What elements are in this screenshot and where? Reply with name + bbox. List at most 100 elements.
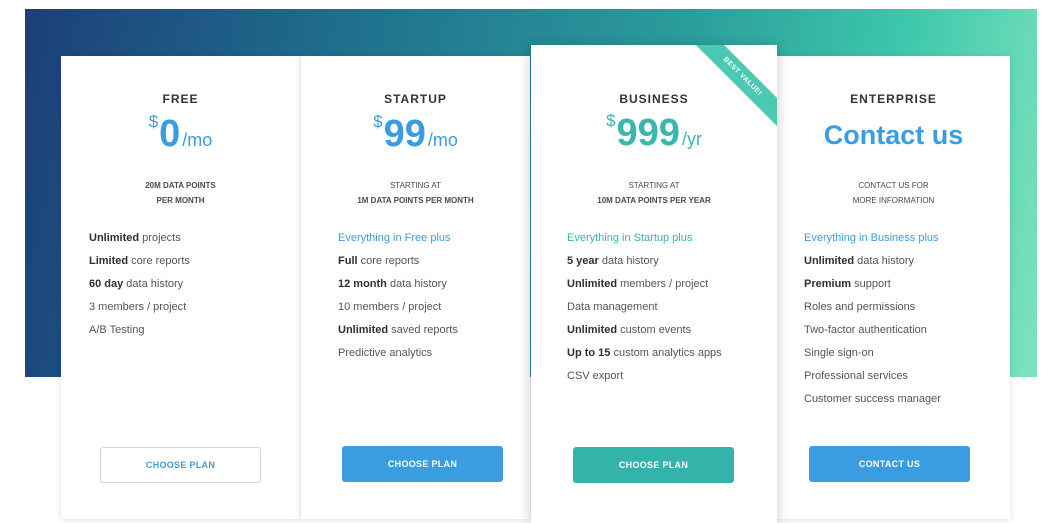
feature-text: saved reports [388, 324, 458, 336]
plan-subtitle-line2: 1M DATA POINTS PER MONTH [357, 196, 474, 205]
plan-subtitle: 20M DATA POINTS PER MONTH [61, 178, 300, 208]
plan-subtitle-line2: 10M DATA POINTS PER YEAR [597, 196, 711, 205]
feature-item: Unlimited members / project [567, 273, 722, 296]
plan-price-contact: Contact us [823, 120, 964, 150]
feature-text: A/B Testing [89, 324, 145, 336]
feature-item: Professional services [804, 365, 941, 388]
feature-text: custom analytics apps [610, 347, 722, 359]
feature-lead: Everything in Startup plus [567, 232, 693, 244]
price-amount: 99 [383, 113, 426, 155]
feature-text: data history [386, 278, 447, 290]
feature-item: Limited core reports [89, 250, 190, 273]
feature-text: core reports [128, 255, 190, 267]
price-amount: 0 [159, 113, 181, 155]
feature-text: members / project [617, 278, 709, 290]
feature-item: Premium support [804, 273, 941, 296]
feature-lead: Everything in Free plus [338, 232, 451, 244]
feature-item: Data management [567, 296, 722, 319]
plan-subtitle-line1: CONTACT US FOR [858, 181, 929, 190]
feature-text: Predictive analytics [338, 347, 433, 359]
feature-item: Two-factor authentication [804, 319, 941, 342]
contact-us-button[interactable]: CONTACT US [809, 446, 970, 482]
feature-item: Unlimited custom events [567, 319, 722, 342]
plan-subtitle-line2: MORE INFORMATION [852, 196, 935, 205]
plan-card-enterprise: ENTERPRISE Contact us CONTACT US FOR MOR… [777, 56, 1010, 519]
feature-emphasis: Unlimited [338, 324, 389, 336]
feature-emphasis: 5 year [567, 255, 599, 267]
plan-subtitle-line1: STARTING AT [389, 181, 442, 190]
plan-card-free: FREE $0/mo 20M DATA POINTS PER MONTH Unl… [61, 56, 300, 519]
plan-price: $99/mo [301, 112, 530, 156]
feature-list: Everything in Startup plus 5 year data h… [567, 227, 722, 388]
feature-emphasis: Unlimited [804, 255, 855, 267]
plan-name: STARTUP [384, 92, 447, 106]
plan-subtitle-line2: PER MONTH [156, 196, 205, 205]
plan-name: ENTERPRISE [850, 92, 937, 106]
plan-price: $0/mo [61, 112, 300, 156]
plan-card-business: BEST VALUE! BUSINESS $999/yr STARTING AT… [531, 45, 777, 523]
plan-card-startup: STARTUP $99/mo STARTING AT 1M DATA POINT… [300, 56, 530, 519]
price-amount: 999 [616, 112, 680, 154]
feature-text: 3 members / project [89, 301, 187, 313]
feature-item: A/B Testing [89, 319, 190, 342]
choose-plan-button-business[interactable]: CHOOSE PLAN [573, 447, 734, 483]
feature-text: Single sign-on [804, 347, 874, 359]
price-period: /mo [427, 130, 458, 150]
feature-item: Full core reports [338, 250, 458, 273]
feature-text: Professional services [804, 370, 908, 382]
feature-item: Up to 15 custom analytics apps [567, 342, 722, 365]
feature-emphasis: Full [338, 255, 358, 267]
feature-item: Single sign-on [804, 342, 941, 365]
plan-subtitle-line1: STARTING AT [628, 181, 680, 190]
feature-emphasis: 60 day [89, 278, 124, 290]
plan-name: FREE [162, 92, 199, 106]
feature-text: data history [854, 255, 915, 267]
price-currency: $ [606, 111, 616, 130]
feature-item: 60 day data history [89, 273, 190, 296]
feature-text: projects [139, 232, 181, 244]
plan-name: BUSINESS [619, 92, 689, 106]
plan-subtitle-line1: 20M DATA POINTS [145, 181, 216, 190]
plan-subtitle: STARTING AT 1M DATA POINTS PER MONTH [301, 178, 530, 208]
feature-item: 5 year data history [567, 250, 722, 273]
choose-plan-button-startup[interactable]: CHOOSE PLAN [342, 446, 503, 482]
feature-list: Everything in Business plus Unlimited da… [804, 227, 941, 411]
feature-emphasis: Up to 15 [567, 347, 611, 359]
feature-list: Everything in Free plus Full core report… [338, 227, 458, 365]
feature-emphasis: Unlimited [89, 232, 140, 244]
feature-item: CSV export [567, 365, 722, 388]
feature-text: Two-factor authentication [804, 324, 927, 336]
price-period: /yr [681, 129, 702, 149]
feature-text: data history [123, 278, 184, 290]
price-currency: $ [148, 112, 159, 131]
feature-item: Predictive analytics [338, 342, 458, 365]
feature-item: 10 members / project [338, 296, 458, 319]
feature-emphasis: Unlimited [567, 278, 618, 290]
feature-lead: Everything in Business plus [804, 232, 939, 244]
feature-text: Roles and permissions [804, 301, 916, 313]
feature-text: CSV export [567, 370, 624, 382]
plan-subtitle: STARTING AT 10M DATA POINTS PER YEAR [531, 178, 777, 208]
feature-item: Unlimited data history [804, 250, 941, 273]
feature-text: custom events [617, 324, 692, 336]
feature-emphasis: 12 month [338, 278, 387, 290]
feature-item: Unlimited saved reports [338, 319, 458, 342]
feature-item: 12 month data history [338, 273, 458, 296]
choose-plan-button-free[interactable]: CHOOSE PLAN [100, 447, 261, 483]
plan-price: $999/yr [531, 111, 777, 155]
feature-item: Roles and permissions [804, 296, 941, 319]
price-currency: $ [373, 112, 383, 131]
feature-item: Unlimited projects [89, 227, 190, 250]
feature-text: Customer success manager [804, 393, 941, 405]
feature-emphasis: Premium [804, 278, 852, 290]
plan-subtitle: CONTACT US FOR MORE INFORMATION [777, 178, 1010, 208]
feature-item: 3 members / project [89, 296, 190, 319]
feature-emphasis: Unlimited [567, 324, 618, 336]
feature-item: Customer success manager [804, 388, 941, 411]
feature-emphasis: Limited [89, 255, 129, 267]
feature-text: data history [598, 255, 659, 267]
feature-text: Data management [567, 301, 658, 313]
feature-text: 10 members / project [338, 301, 442, 313]
feature-text: support [851, 278, 891, 290]
price-period: /mo [182, 130, 213, 150]
